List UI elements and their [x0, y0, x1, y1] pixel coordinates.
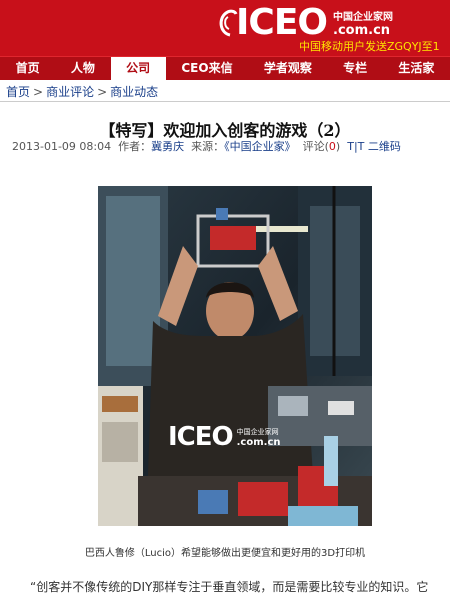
- breadcrumb-commentary[interactable]: 商业评论: [46, 85, 94, 99]
- font-size-toggle[interactable]: T|T: [347, 140, 364, 153]
- promo-marquee[interactable]: 中国移动用户发送ZGQYJ至1: [299, 38, 440, 54]
- nav-item-scholar[interactable]: 学者观察: [248, 57, 327, 80]
- watermark-chinese-name: 中国企业家网: [236, 428, 279, 436]
- source-link[interactable]: 《中国企业家》: [224, 140, 296, 153]
- photo-caption: 巴西人鲁修（Lucio）希望能够做出更便宜和更好用的3D打印机: [84, 548, 366, 559]
- photo-illustration: [98, 186, 372, 526]
- breadcrumb-separator: >: [97, 85, 108, 99]
- watermark-wordmark: ICEO: [168, 422, 234, 452]
- breadcrumb: 首页 > 商业评论 > 商业动态: [6, 83, 158, 100]
- main-nav: 首页 人物 公司 CEO来信 学者观察 专栏 生活家: [0, 56, 450, 80]
- logo-swirl-icon: [219, 9, 238, 37]
- logo-wordmark: ICEO: [236, 2, 328, 43]
- author-label: 作者：: [118, 140, 152, 153]
- watermark-domain: .com.cn: [236, 437, 281, 448]
- qrcode-link[interactable]: 二维码: [368, 140, 401, 153]
- site-header: ICEO 中国企业家网 .com.cn 中国移动用户发送ZGQYJ至1: [0, 0, 450, 56]
- photo-watermark: ICEO 中国企业家网 .com.cn: [168, 424, 281, 450]
- nav-item-ceo-letter[interactable]: CEO来信: [166, 57, 248, 80]
- article-photo: ICEO 中国企业家网 .com.cn: [98, 186, 372, 526]
- article-body-first-line: “创客并不像传统的DIY那样专注于垂直领域，而是需要比较专业的知识。它: [30, 580, 429, 594]
- comments-count: 0: [328, 140, 336, 153]
- nav-item-column[interactable]: 专栏: [327, 57, 382, 80]
- breadcrumb-separator: >: [33, 85, 44, 99]
- article-meta: 2013-01-09 08:04 作者：冀勇庆 来源：《中国企业家》 评论(0)…: [12, 138, 401, 154]
- nav-item-lifestyle[interactable]: 生活家: [383, 57, 450, 80]
- breadcrumb-divider: [0, 101, 450, 102]
- comments-link[interactable]: 评论(0): [303, 140, 341, 153]
- author-link[interactable]: 冀勇庆: [151, 140, 184, 153]
- logo-domain: .com.cn: [333, 23, 391, 38]
- nav-item-home[interactable]: 首页: [0, 57, 55, 80]
- nav-item-people[interactable]: 人物: [55, 57, 110, 80]
- breadcrumb-home[interactable]: 首页: [6, 85, 30, 99]
- source-label: 来源：: [191, 140, 225, 153]
- nav-item-company[interactable]: 公司: [110, 57, 166, 80]
- breadcrumb-business-news[interactable]: 商业动态: [110, 85, 158, 99]
- publish-date: 2013-01-09 08:04: [12, 140, 112, 153]
